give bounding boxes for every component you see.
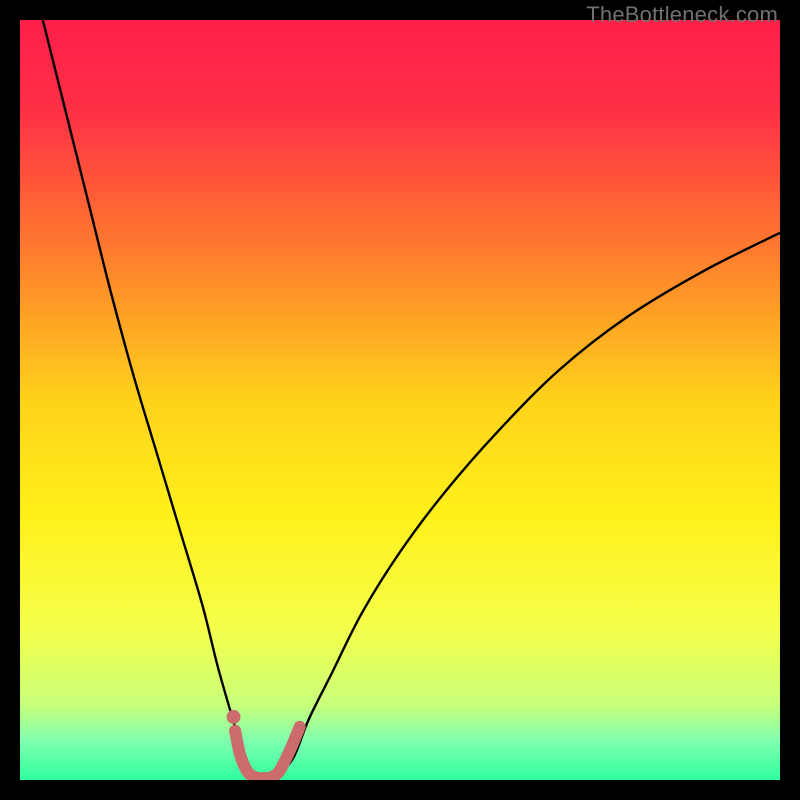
fit-curve: [235, 727, 300, 778]
bottleneck-curve: [43, 20, 780, 778]
plot-area: [20, 20, 780, 780]
chart-svg: [20, 20, 780, 780]
watermark-label: TheBottleneck.com: [586, 2, 778, 28]
fit-dot: [227, 710, 241, 724]
